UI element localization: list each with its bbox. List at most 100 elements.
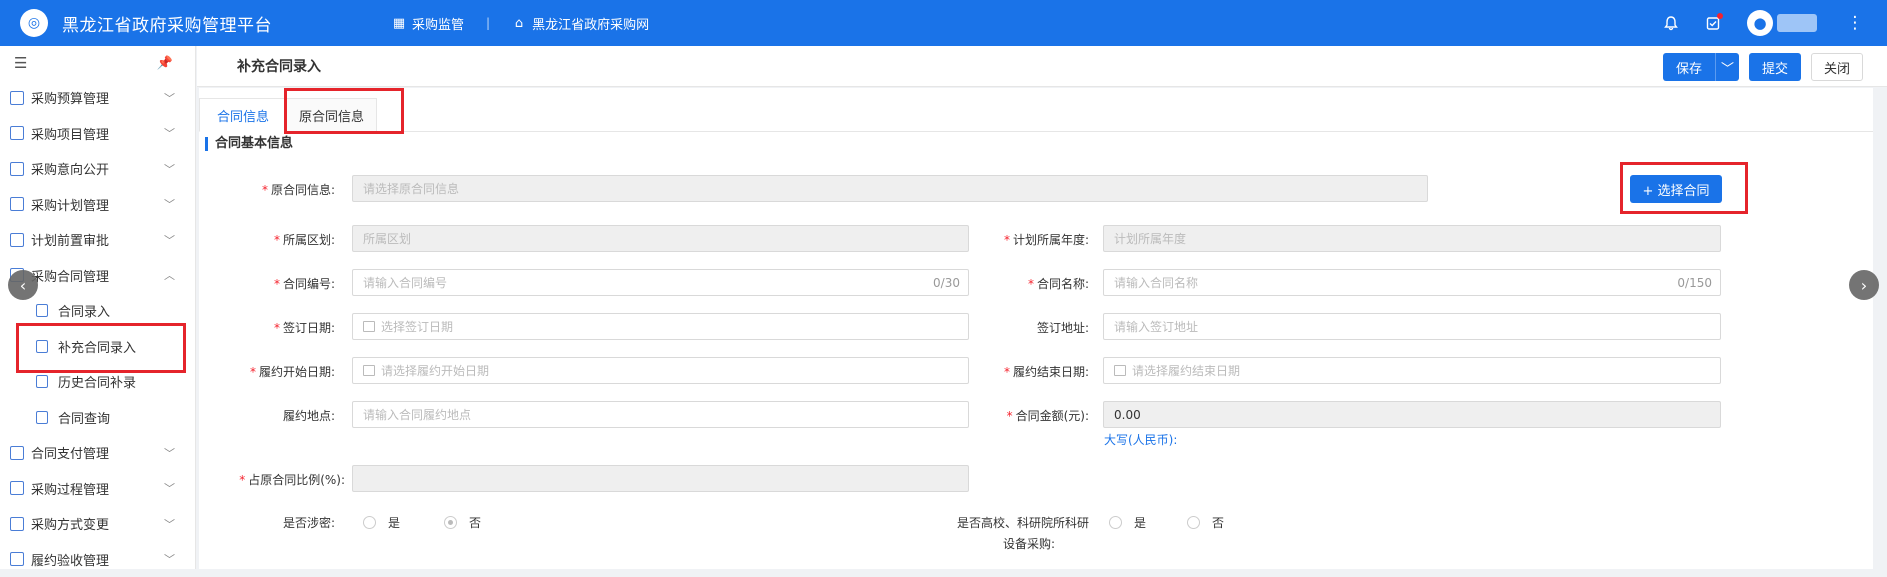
perf-end-input[interactable]: 请选择履约结束日期 xyxy=(1103,357,1721,384)
pin-icon[interactable]: 📌 xyxy=(157,56,173,71)
sidebar-item-label: 采购意向公开 xyxy=(31,159,109,178)
ratio-label: *占原合同比例(%): xyxy=(199,471,345,488)
is-secret-label: 是否涉密: xyxy=(199,514,335,531)
sidebar-item-preapproval[interactable]: 计划前置审批 ﹀ xyxy=(0,222,195,258)
sidebar-item-label: 采购项目管理 xyxy=(31,124,109,143)
nav-purchase-monitor-label: 采购监管 xyxy=(412,14,464,33)
sign-address-label: 签订地址: xyxy=(959,319,1089,336)
calendar-icon xyxy=(1114,365,1126,376)
sidebar-item-label: 履约验收管理 xyxy=(31,550,109,569)
process-icon xyxy=(10,481,24,495)
perf-place-label: 履约地点: xyxy=(199,407,335,424)
acceptance-icon xyxy=(10,552,24,566)
radio-circle-icon xyxy=(1187,516,1200,529)
original-contract-label: *原合同信息: xyxy=(199,181,335,198)
sign-date-input[interactable]: 选择签订日期 xyxy=(352,313,969,340)
tab-bar: 合同信息 原合同信息 xyxy=(199,88,1873,132)
chevron-left-icon[interactable]: ‹ xyxy=(8,270,38,300)
sidebar-item-label: 采购合同管理 xyxy=(31,266,109,285)
contract-no-count: 0/30 xyxy=(933,276,960,290)
page-titlebar: 补充合同录入 保存 ﹀ 提交 关闭 xyxy=(197,46,1887,87)
page-title: 补充合同录入 xyxy=(237,56,321,76)
sign-address-input[interactable]: 请输入签订地址 xyxy=(1103,313,1721,340)
radio-circle-icon xyxy=(363,516,376,529)
chevron-down-icon: ﹀ xyxy=(164,232,175,248)
is-secret-yes-radio[interactable]: 是 xyxy=(363,514,400,531)
nav-procurement-site-label: 黑龙江省政府采购网 xyxy=(532,14,649,33)
sidebar: ☰ 📌 采购预算管理﹀ 采购项目管理﹀ 采购意向公开﹀ 采购计划管理﹀ 计划前置… xyxy=(0,46,196,569)
sidebar-item-label: 采购过程管理 xyxy=(31,479,109,498)
save-dropdown-chevron-icon[interactable]: ﹀ xyxy=(1715,53,1739,81)
history-icon xyxy=(36,375,48,388)
chevron-up-icon: ︿ xyxy=(164,267,175,283)
preapproval-icon xyxy=(10,233,24,247)
sidebar-subitem-label: 历史合同补录 xyxy=(58,372,136,391)
save-button[interactable]: 保存 xyxy=(1663,53,1715,81)
sidebar-item-label: 采购预算管理 xyxy=(31,88,109,107)
nav-separator: | xyxy=(486,16,490,30)
original-contract-input[interactable]: 请选择原合同信息 xyxy=(352,175,1428,202)
sidebar-subitem-contract-query[interactable]: 合同查询 xyxy=(0,400,195,436)
calendar-icon xyxy=(363,321,375,332)
chevron-down-icon: ﹀ xyxy=(164,161,175,177)
app-title: 黑龙江省政府采购管理平台 xyxy=(62,11,272,36)
sidebar-item-plan[interactable]: 采购计划管理﹀ xyxy=(0,187,195,223)
sidebar-subitem-label: 合同查询 xyxy=(58,408,110,427)
menu-toggle-icon[interactable]: ☰ xyxy=(14,54,27,72)
chevron-down-icon: ﹀ xyxy=(164,516,175,532)
contract-no-label: *合同编号: xyxy=(199,275,335,292)
is-university-label-line1: 是否高校、科研院所科研 xyxy=(929,514,1089,531)
more-vertical-icon[interactable]: ⋮ xyxy=(1841,9,1869,37)
region-label: *所属区划: xyxy=(199,231,335,248)
highlight-box-original-tab xyxy=(284,88,404,134)
nav-purchase-monitor[interactable]: ▦ 采购监管 xyxy=(392,14,464,33)
ratio-input[interactable] xyxy=(352,465,969,492)
close-button[interactable]: 关闭 xyxy=(1811,53,1863,81)
grid-icon: ▦ xyxy=(392,16,406,30)
sidebar-item-budget[interactable]: 采购预算管理﹀ xyxy=(0,80,195,116)
sidebar-item-label: 计划前置审批 xyxy=(31,230,109,249)
sidebar-subitem-label: 合同录入 xyxy=(58,301,110,320)
query-icon xyxy=(36,411,48,424)
form-panel: 合同信息 原合同信息 合同基本信息 *原合同信息: 请选择原合同信息 + 选择合… xyxy=(199,88,1873,569)
sidebar-item-acceptance[interactable]: 履约验收管理﹀ xyxy=(0,542,195,577)
sidebar-item-method-change[interactable]: 采购方式变更﹀ xyxy=(0,506,195,542)
sidebar-item-payment[interactable]: 合同支付管理﹀ xyxy=(0,435,195,471)
nav-procurement-site[interactable]: ⌂ 黑龙江省政府采购网 xyxy=(512,14,649,33)
region-input[interactable]: 所属区划 xyxy=(352,225,969,252)
section-title: 合同基本信息 xyxy=(205,137,293,151)
main-area: 补充合同录入 保存 ﹀ 提交 关闭 合同信息 原合同信息 合同基本信息 *原合同… xyxy=(197,46,1887,569)
budget-icon xyxy=(10,91,24,105)
amount-uppercase-label: 大写(人民币): xyxy=(1104,431,1177,448)
perf-place-input[interactable]: 请输入合同履约地点 xyxy=(352,401,969,428)
is-secret-no-radio[interactable]: 否 xyxy=(444,514,481,531)
contract-name-input[interactable]: 请输入合同名称0/150 xyxy=(1103,269,1721,296)
sidebar-item-intention[interactable]: 采购意向公开 ﹀ xyxy=(0,151,195,187)
contract-no-input[interactable]: 请输入合同编号0/30 xyxy=(352,269,969,296)
radio-circle-checked-icon xyxy=(444,516,457,529)
radio-circle-icon xyxy=(1109,516,1122,529)
chevron-down-icon: ﹀ xyxy=(164,445,175,461)
payment-icon xyxy=(10,446,24,460)
submit-button[interactable]: 提交 xyxy=(1749,53,1801,81)
calendar-icon xyxy=(363,365,375,376)
project-icon xyxy=(10,126,24,140)
user-name-blurred[interactable] xyxy=(1777,14,1817,32)
is-university-yes-radio[interactable]: 是 xyxy=(1109,514,1146,531)
is-university-no-radio[interactable]: 否 xyxy=(1187,514,1224,531)
tab-contract-info[interactable]: 合同信息 xyxy=(199,98,287,132)
perf-start-label: *履约开始日期: xyxy=(199,363,335,380)
chevron-right-icon[interactable]: › xyxy=(1849,270,1879,300)
sidebar-item-project[interactable]: 采购项目管理﹀ xyxy=(0,116,195,152)
is-university-label-line2: 设备采购: xyxy=(929,535,1089,552)
amount-input[interactable]: 0.00 xyxy=(1103,401,1721,428)
perf-end-label: *履约结束日期: xyxy=(959,363,1089,380)
bell-icon[interactable] xyxy=(1657,9,1685,37)
task-check-icon[interactable] xyxy=(1699,9,1727,37)
top-navbar: ◎ 黑龙江省政府采购管理平台 ▦ 采购监管 | ⌂ 黑龙江省政府采购网 ● ⋮ xyxy=(0,0,1887,46)
plan-year-input[interactable]: 计划所属年度 xyxy=(1103,225,1721,252)
perf-start-input[interactable]: 请选择履约开始日期 xyxy=(352,357,969,384)
highlight-box-select-contract xyxy=(1620,162,1748,214)
user-avatar-icon[interactable]: ● xyxy=(1747,10,1773,36)
sidebar-item-process[interactable]: 采购过程管理﹀ xyxy=(0,471,195,507)
